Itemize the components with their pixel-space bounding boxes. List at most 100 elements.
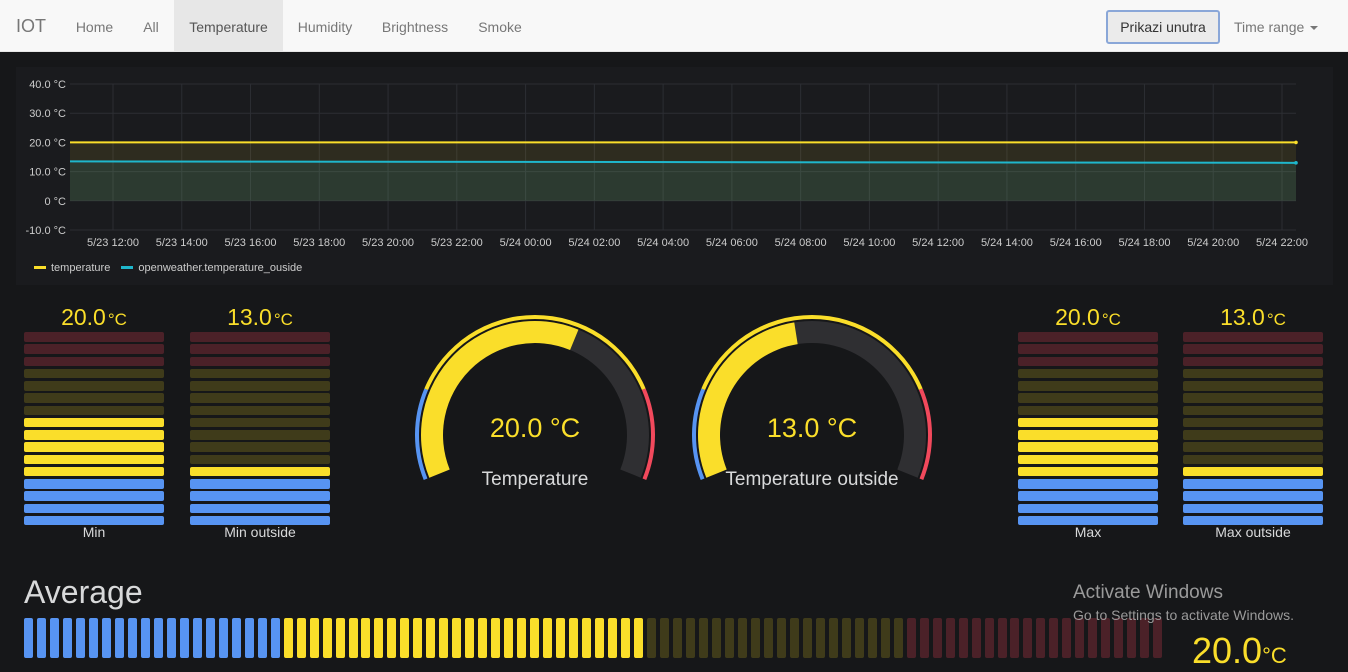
bargauge-cell — [24, 503, 164, 513]
bargauge-cell — [1183, 356, 1323, 366]
bargauge-value: 20.0 °C — [61, 304, 127, 330]
average-cell — [1127, 618, 1137, 658]
average-cell — [36, 618, 46, 658]
average-cell — [828, 618, 838, 658]
bargauge-cell — [1018, 417, 1158, 428]
bargauge-cell — [1018, 430, 1158, 440]
average-cell — [582, 618, 592, 658]
average-cell — [841, 618, 851, 658]
x-tick-label: 5/24 10:00 — [843, 237, 895, 249]
y-tick-label: 40.0 °C — [29, 79, 66, 91]
average-cell — [1140, 618, 1150, 658]
bargauge-label: Min — [82, 524, 106, 540]
bargauge-cells — [1183, 332, 1323, 528]
brand-logo[interactable]: IOT — [16, 0, 46, 52]
bargauge-cell — [190, 356, 330, 366]
x-tick-label: 5/24 20:00 — [1187, 237, 1239, 249]
legend-item-outside[interactable]: openweather.temperature_ouside — [121, 262, 302, 274]
time-range-dropdown[interactable]: Time range — [1234, 0, 1319, 52]
x-tick-label: 5/24 00:00 — [500, 237, 552, 249]
tab-all[interactable]: All — [129, 0, 173, 51]
average-cell — [296, 618, 306, 658]
average-value: 20.0°C — [1192, 630, 1287, 671]
average-title: Average — [24, 574, 143, 610]
average-cell — [724, 618, 734, 658]
tab-humidity[interactable]: Humidity — [284, 0, 366, 51]
windows-activation-watermark: Activate Windows Go to Settings to activ… — [1073, 582, 1294, 623]
bargauge-cell — [190, 442, 330, 452]
average-cell — [997, 618, 1007, 658]
graph-legend: temperature openweather.temperature_ousi… — [34, 262, 310, 274]
average-cell — [49, 618, 59, 658]
average-cell — [270, 618, 280, 658]
gauge-value-fill — [421, 321, 579, 478]
temperature-graph-panel: 40.0 °C 30.0 °C 20.0 °C 10.0 °C 0 °C -10.0 °C… — [16, 67, 1333, 285]
prikazi-unutra-button[interactable]: Prikazi unutra — [1106, 10, 1220, 44]
average-cell — [569, 618, 579, 658]
min-bargauge: 20.0 °C Min — [24, 304, 164, 544]
bargauge-cell — [190, 479, 330, 489]
average-cell — [1153, 618, 1163, 658]
average-cell — [1062, 618, 1072, 658]
temperature-outside-gauge: 13.0 °C Temperature outside — [687, 305, 937, 505]
x-tick-label: 5/23 14:00 — [156, 237, 208, 249]
bargauge-cell — [190, 466, 330, 477]
bargauge-cell — [1183, 344, 1323, 354]
average-cell — [140, 618, 150, 658]
bargauge-cell — [1018, 405, 1158, 415]
average-cell — [322, 618, 332, 658]
average-cell — [932, 618, 942, 658]
bargauge-value: 13.0 °C — [1220, 304, 1286, 330]
bargauge-cell — [190, 332, 330, 342]
caret-down-icon — [1310, 26, 1319, 31]
gauge-title: Temperature — [481, 469, 589, 490]
tab-smoke[interactable]: Smoke — [464, 0, 536, 51]
y-tick-label: 10.0 °C — [29, 167, 66, 179]
bargauge-cell — [1018, 368, 1158, 379]
x-tick-label: 5/24 12:00 — [912, 237, 964, 249]
average-cell — [88, 618, 98, 658]
legend-item-temperature[interactable]: temperature — [34, 262, 110, 274]
bargauge-cells — [24, 332, 164, 528]
tab-temperature[interactable]: Temperature — [174, 0, 283, 51]
x-tick-label: 5/24 14:00 — [981, 237, 1033, 249]
x-tick-label: 5/24 04:00 — [637, 237, 689, 249]
x-tick-label: 5/24 08:00 — [775, 237, 827, 249]
bargauge-cell — [1183, 491, 1323, 501]
average-cell — [283, 618, 293, 658]
gauge-value-fill — [698, 322, 798, 478]
y-tick-label: 0 °C — [44, 196, 66, 208]
bargauge-cell — [190, 454, 330, 464]
average-cell — [958, 618, 968, 658]
legend-label: openweather.temperature_ouside — [138, 262, 303, 274]
gauge-value: 13.0 °C — [766, 413, 858, 443]
y-tick-label: -10.0 °C — [26, 225, 67, 237]
tab-brightness[interactable]: Brightness — [368, 0, 462, 51]
average-cell — [776, 618, 786, 658]
bargauge-cell — [24, 368, 164, 379]
average-cell — [660, 618, 670, 658]
bargauge-label: Min outside — [224, 524, 296, 540]
bargauge-cell — [1183, 405, 1323, 415]
average-cell — [867, 618, 877, 658]
max-bargauge: 20.0 °C Max — [1018, 304, 1158, 544]
temperature-graph[interactable]: 40.0 °C 30.0 °C 20.0 °C 10.0 °C 0 °C -10.0 °C… — [16, 67, 1333, 257]
average-cell — [439, 618, 449, 658]
gauge-track — [698, 321, 926, 478]
average-cell — [556, 618, 566, 658]
average-cell — [179, 618, 189, 658]
average-cell — [244, 618, 254, 658]
average-cell — [673, 618, 682, 658]
min-outside-bargauge: 13.0 °C Min outside — [190, 304, 330, 544]
average-cell — [763, 618, 773, 658]
x-tick-label: 5/24 06:00 — [706, 237, 758, 249]
tab-home[interactable]: Home — [62, 0, 127, 51]
legend-swatch — [121, 265, 134, 269]
bargauge-cells — [190, 332, 330, 528]
max-outside-bargauge: 13.0 °C Max outside — [1183, 304, 1323, 544]
average-cell — [426, 618, 436, 658]
series-area — [70, 161, 1296, 201]
average-cell — [1075, 618, 1085, 658]
average-cell — [634, 618, 644, 658]
average-cell — [1114, 618, 1124, 658]
